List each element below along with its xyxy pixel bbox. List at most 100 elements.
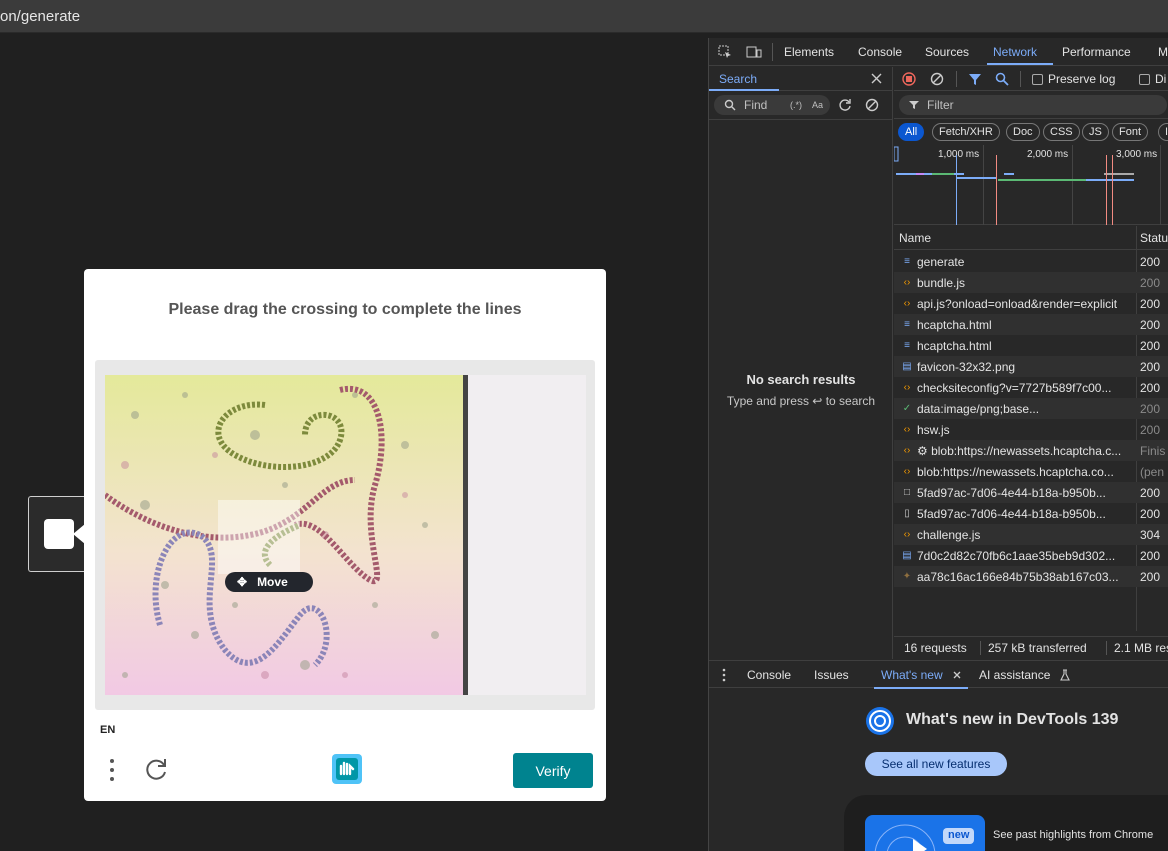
- tab-performance[interactable]: Performance: [1062, 45, 1131, 59]
- request-name: checksiteconfig?v=7727b589f7c00...: [917, 381, 1112, 395]
- no-results-hint: Type and press ↩ to search: [726, 394, 876, 408]
- refresh-button[interactable]: [144, 756, 170, 782]
- table-row[interactable]: ▤ favicon-32x32.png 200: [894, 356, 1168, 377]
- device-toolbar-icon[interactable]: [746, 45, 762, 59]
- request-name: aa78c16ac166e84b75b38ab167c03...: [917, 570, 1119, 584]
- table-row[interactable]: ‹› api.js?onload=onload&render=explicit 20…: [894, 293, 1168, 314]
- request-name: hcaptcha.html: [917, 318, 992, 332]
- document-icon: ≡: [904, 319, 910, 330]
- regex-toggle[interactable]: (.*): [790, 100, 802, 110]
- menu-button[interactable]: [104, 757, 120, 783]
- request-status: Finis: [1140, 444, 1166, 458]
- anchor-checkbox: [44, 519, 74, 549]
- request-status: 200: [1140, 360, 1161, 374]
- search-pane-header: Search: [709, 67, 893, 91]
- request-status: 200: [1140, 486, 1161, 500]
- table-row[interactable]: ≡ hcaptcha.html 200: [894, 335, 1168, 356]
- request-status: 200: [1140, 381, 1161, 395]
- table-row[interactable]: ≡ generate 200: [894, 251, 1168, 272]
- table-row[interactable]: ‹› bundle.js 200: [894, 272, 1168, 293]
- table-row[interactable]: ≡ hcaptcha.html 200: [894, 314, 1168, 335]
- table-row[interactable]: ‹› ⚙ blob:https://newassets.hcaptcha.c...…: [894, 440, 1168, 461]
- table-row[interactable]: ✦ aa78c16ac166e84b75b38ab167c03... 200: [894, 566, 1168, 587]
- tab-console[interactable]: Console: [858, 45, 902, 59]
- table-row[interactable]: ‹› hsw.js 200: [894, 419, 1168, 440]
- file-icon: ▯: [904, 508, 910, 519]
- preserve-log-label: Preserve log: [1048, 72, 1116, 86]
- preserve-log-checkbox[interactable]: Preserve log: [1032, 72, 1115, 86]
- request-status: 200: [1140, 570, 1161, 584]
- search-icon[interactable]: [995, 72, 1009, 86]
- inspect-element-icon[interactable]: [718, 45, 732, 59]
- requests-table: ≡ generate 200 ‹› bundle.js 200 ‹› api.js?onloa…: [894, 251, 1168, 587]
- move-icon: ✥: [237, 575, 248, 589]
- network-overview[interactable]: 1,000 ms 2,000 ms 3,000 ms: [894, 145, 1168, 225]
- table-row[interactable]: ▤ 7d0c2d82c70fb6c1aae35beb9d302... 200: [894, 545, 1168, 566]
- tab-sources[interactable]: Sources: [925, 45, 969, 59]
- table-row[interactable]: ‹› challenge.js 304: [894, 524, 1168, 545]
- disable-cache-checkbox[interactable]: Di: [1139, 72, 1166, 86]
- refresh-search-icon[interactable]: [838, 98, 852, 112]
- request-name: 5fad97ac-7d06-4e44-b18a-b950b...: [917, 507, 1106, 521]
- close-tab-icon[interactable]: [953, 671, 961, 679]
- type-filter-doc[interactable]: Doc: [1006, 123, 1040, 141]
- type-filter-fetch[interactable]: Fetch/XHR: [932, 123, 1000, 141]
- captcha-prompt: Please drag the crossing to complete the…: [168, 301, 522, 318]
- tab-elements[interactable]: Elements: [784, 45, 834, 59]
- request-count: 16 requests: [904, 641, 967, 655]
- plugin-icon: ✦: [902, 571, 912, 582]
- requests-table-header: Name Statu: [894, 226, 1168, 250]
- search-input[interactable]: Find (.*) Aa: [714, 95, 830, 115]
- tab-network[interactable]: Network: [993, 45, 1037, 59]
- move-handle[interactable]: ✥ Move: [225, 572, 313, 592]
- table-row[interactable]: ‹› blob:https://newassets.hcaptcha.co... (…: [894, 461, 1168, 482]
- script-icon: ‹›: [903, 466, 911, 477]
- table-row[interactable]: □ 5fad97ac-7d06-4e44-b18a-b950b... 200: [894, 482, 1168, 503]
- drawer-menu-icon[interactable]: [722, 668, 726, 682]
- clear-icon[interactable]: [930, 72, 944, 86]
- drawer-tab-console[interactable]: Console: [747, 668, 791, 682]
- fetch-icon: ‹›: [903, 382, 911, 393]
- hcaptcha-logo[interactable]: [330, 752, 364, 786]
- address-bar[interactable]: on/generate: [0, 0, 1168, 33]
- filter-icon[interactable]: [968, 72, 982, 86]
- table-row[interactable]: ✓ data:image/png;base... 200: [894, 398, 1168, 419]
- highlight-card[interactable]: new See past highlights from Chrome: [844, 795, 1168, 851]
- divider: [956, 71, 957, 87]
- drawer-tab-whats-new[interactable]: What's new: [881, 668, 943, 682]
- filter-input[interactable]: Filter: [899, 95, 1167, 115]
- tab-overflow[interactable]: M: [1158, 45, 1168, 59]
- language-selector[interactable]: EN: [100, 724, 115, 736]
- script-icon: ‹›: [903, 424, 911, 435]
- verify-button[interactable]: Verify: [513, 753, 593, 788]
- challenge-canvas[interactable]: ✥ Move: [95, 360, 595, 710]
- close-icon[interactable]: [871, 73, 882, 84]
- see-all-features-button[interactable]: See all new features: [865, 752, 1007, 776]
- table-row[interactable]: ▯ 5fad97ac-7d06-4e44-b18a-b950b... 200: [894, 503, 1168, 524]
- drawer-tab-issues[interactable]: Issues: [814, 668, 849, 682]
- match-case-toggle[interactable]: Aa: [812, 100, 823, 110]
- request-status: 200: [1140, 402, 1161, 416]
- type-filter-js[interactable]: JS: [1082, 123, 1109, 141]
- move-label: Move: [257, 575, 288, 589]
- drawer-tab-ai-assistance[interactable]: AI assistance: [979, 668, 1050, 682]
- filter-icon: [909, 101, 919, 109]
- challenge-image[interactable]: [105, 375, 586, 695]
- request-status: 200: [1140, 276, 1161, 290]
- column-name[interactable]: Name: [899, 231, 931, 245]
- table-row[interactable]: ‹› checksiteconfig?v=7727b589f7c00... 200: [894, 377, 1168, 398]
- script-icon: ‹›: [903, 298, 911, 309]
- search-pane-title[interactable]: Search: [719, 72, 757, 86]
- request-name: 5fad97ac-7d06-4e44-b18a-b950b...: [917, 486, 1106, 500]
- type-filter-all[interactable]: All: [898, 123, 925, 141]
- highlight-text: See past highlights from Chrome: [993, 829, 1154, 841]
- search-pane: Search Find (.*) Aa No search results Ty…: [709, 67, 893, 659]
- divider: [1020, 71, 1021, 87]
- type-filter-img[interactable]: Im: [1158, 123, 1168, 141]
- type-filter-css[interactable]: CSS: [1043, 123, 1080, 141]
- request-name: data:image/png;base...: [917, 402, 1040, 416]
- column-status[interactable]: Statu: [1140, 231, 1168, 245]
- record-stop-icon[interactable]: [902, 72, 916, 86]
- type-filter-font[interactable]: Font: [1112, 123, 1149, 141]
- clear-search-icon[interactable]: [865, 98, 879, 112]
